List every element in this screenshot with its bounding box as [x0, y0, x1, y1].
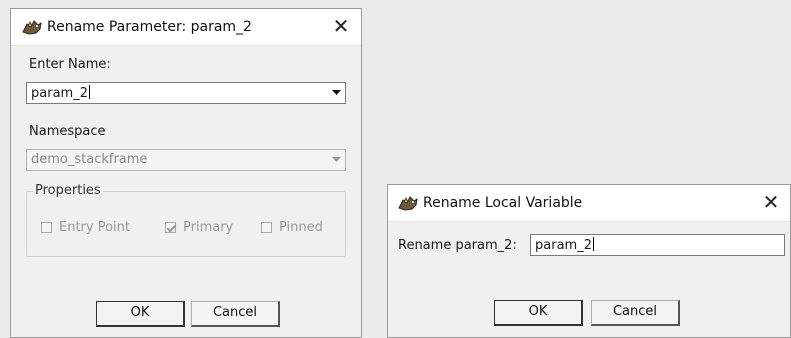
- text-cursor: [592, 237, 594, 251]
- dialog-title: Rename Local Variable: [423, 195, 583, 211]
- rename-local-variable-dialog: Rename Local Variable ✕ Rename param_2: …: [387, 184, 791, 338]
- namespace-label: Namespace: [29, 124, 106, 139]
- rename-field-label: Rename param_2:: [398, 238, 517, 253]
- pinned-label: Pinned: [279, 220, 323, 235]
- name-combobox[interactable]: param_2: [26, 82, 346, 104]
- rename-parameter-dialog: Rename Parameter: param_2 ✕ Enter Name: …: [10, 8, 362, 338]
- primary-checkbox[interactable]: Primary: [165, 220, 233, 235]
- cancel-button[interactable]: Cancel: [591, 300, 680, 326]
- ok-button[interactable]: OK: [96, 301, 185, 327]
- entry-point-label: Entry Point: [59, 220, 130, 235]
- dialog-title: Rename Parameter: param_2: [47, 19, 252, 35]
- cancel-button[interactable]: Cancel: [191, 301, 280, 327]
- ok-button[interactable]: OK: [494, 300, 583, 326]
- chevron-down-icon[interactable]: [328, 83, 345, 103]
- enter-name-label: Enter Name:: [29, 57, 111, 72]
- pinned-checkbox[interactable]: Pinned: [261, 220, 323, 235]
- checkbox-box-checked: [165, 222, 176, 233]
- properties-label: Properties: [33, 183, 103, 198]
- text-cursor: [88, 85, 90, 99]
- dragon-icon: [398, 196, 418, 211]
- checkbox-box: [41, 222, 52, 233]
- entry-point-checkbox[interactable]: Entry Point: [41, 220, 130, 235]
- chevron-down-icon: [328, 150, 345, 170]
- namespace-combobox[interactable]: demo_stackframe: [26, 149, 346, 171]
- namespace-value: demo_stackframe: [31, 152, 148, 167]
- rename-input-value: param_2: [535, 238, 592, 253]
- rename-parameter-titlebar: Rename Parameter: param_2 ✕: [11, 9, 361, 46]
- dragon-icon: [22, 20, 42, 35]
- close-icon[interactable]: ✕: [328, 14, 354, 38]
- properties-group: Properties Entry Point Primary Pinned: [26, 183, 346, 257]
- rename-input[interactable]: param_2: [530, 234, 785, 256]
- name-value: param_2: [31, 86, 88, 101]
- rename-local-variable-titlebar: Rename Local Variable ✕: [388, 185, 790, 222]
- checkbox-box: [261, 222, 272, 233]
- close-icon[interactable]: ✕: [758, 190, 784, 214]
- primary-label: Primary: [183, 220, 234, 235]
